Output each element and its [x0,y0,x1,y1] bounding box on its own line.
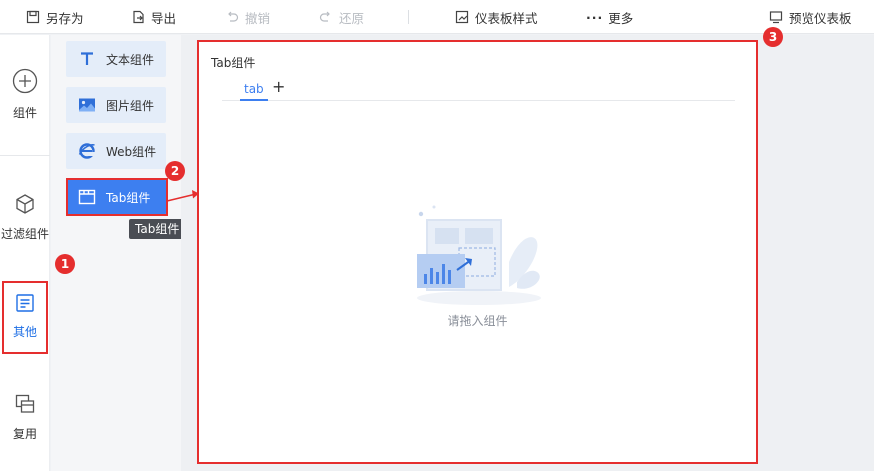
component-label: Web组件 [106,144,157,159]
save-icon [26,10,40,24]
save-as-label: 另存为 [46,10,84,26]
annotation-badge-3: 3 [763,27,783,47]
undo-button[interactable]: 撤销 [225,0,270,34]
redo-button[interactable]: 还原 [319,0,364,34]
nav-item-components[interactable]: 组件 [0,68,50,121]
annotation-arrow [166,190,199,202]
annotation-badge-1: 1 [55,254,75,274]
redo-label: 还原 [339,10,365,26]
component-label: 图片组件 [106,98,155,113]
widget-title: Tab组件 [211,56,256,70]
cube-icon [16,194,34,214]
nav-divider [0,155,50,156]
undo-label: 撤销 [245,10,271,26]
add-tab-button[interactable]: + [272,77,285,96]
text-icon [78,50,96,68]
top-toolbar: 另存为 导出 撤销 还原 仪表板样式 ··· 更多 预览仪表板 [0,0,874,34]
nav-item-other[interactable]: 其他 [0,293,50,340]
more-label: 更多 [608,10,634,26]
more-dots-icon: ··· [586,9,604,25]
save-as-button[interactable]: 另存为 [26,0,84,34]
preview-dashboard-button[interactable]: 预览仪表板 [769,0,852,34]
tab-item-active[interactable]: tab [240,82,268,101]
component-label: Tab组件 [106,190,151,205]
dashboard-style-button[interactable]: 仪表板样式 [455,0,538,34]
nav-item-label: 其他 [12,325,37,339]
annotation-badge-2: 2 [165,161,185,181]
nav-item-label: 组件 [12,106,37,120]
nav-item-label: 复用 [12,427,37,441]
plus-circle-icon [12,68,38,94]
nav-item-reuse[interactable]: 复用 [0,393,50,442]
text-component[interactable]: 文本组件 [66,41,166,77]
dashboard-style-label: 仪表板样式 [475,10,538,26]
export-label: 导出 [151,10,177,26]
component-panel: 文本组件 图片组件 Web组件 Tab组件 [51,35,181,471]
undo-icon [228,11,239,22]
redo-icon [319,11,330,22]
toolbar-divider [408,10,409,24]
export-icon [133,10,144,24]
more-button[interactable]: ··· 更多 [586,0,633,34]
tab-component[interactable]: Tab组件 [66,179,166,215]
web-component[interactable]: Web组件 [66,133,166,169]
copy-icon [15,394,35,413]
tab-widget[interactable]: Tab组件 tab + 请拖入组件 [199,42,756,462]
tab-icon [78,188,96,206]
monitor-icon [769,11,783,24]
tab-component-tooltip: Tab组件 [129,219,186,239]
web-icon [78,142,96,160]
preview-label: 预览仪表板 [789,10,852,26]
empty-state-text: 请拖入组件 [447,314,508,328]
nav-item-label: 过滤组件 [0,227,49,241]
export-button[interactable]: 导出 [131,0,176,34]
tab-bar: tab + [222,77,735,101]
left-nav: 组件 过滤组件 其他 复用 [0,35,50,471]
empty-state-illustration [417,205,541,305]
component-label: 文本组件 [106,52,155,67]
nav-item-filter-components[interactable]: 过滤组件 [0,193,50,242]
document-icon [16,294,34,312]
image-icon [78,96,96,114]
image-component[interactable]: 图片组件 [66,87,166,123]
style-icon [455,10,469,24]
